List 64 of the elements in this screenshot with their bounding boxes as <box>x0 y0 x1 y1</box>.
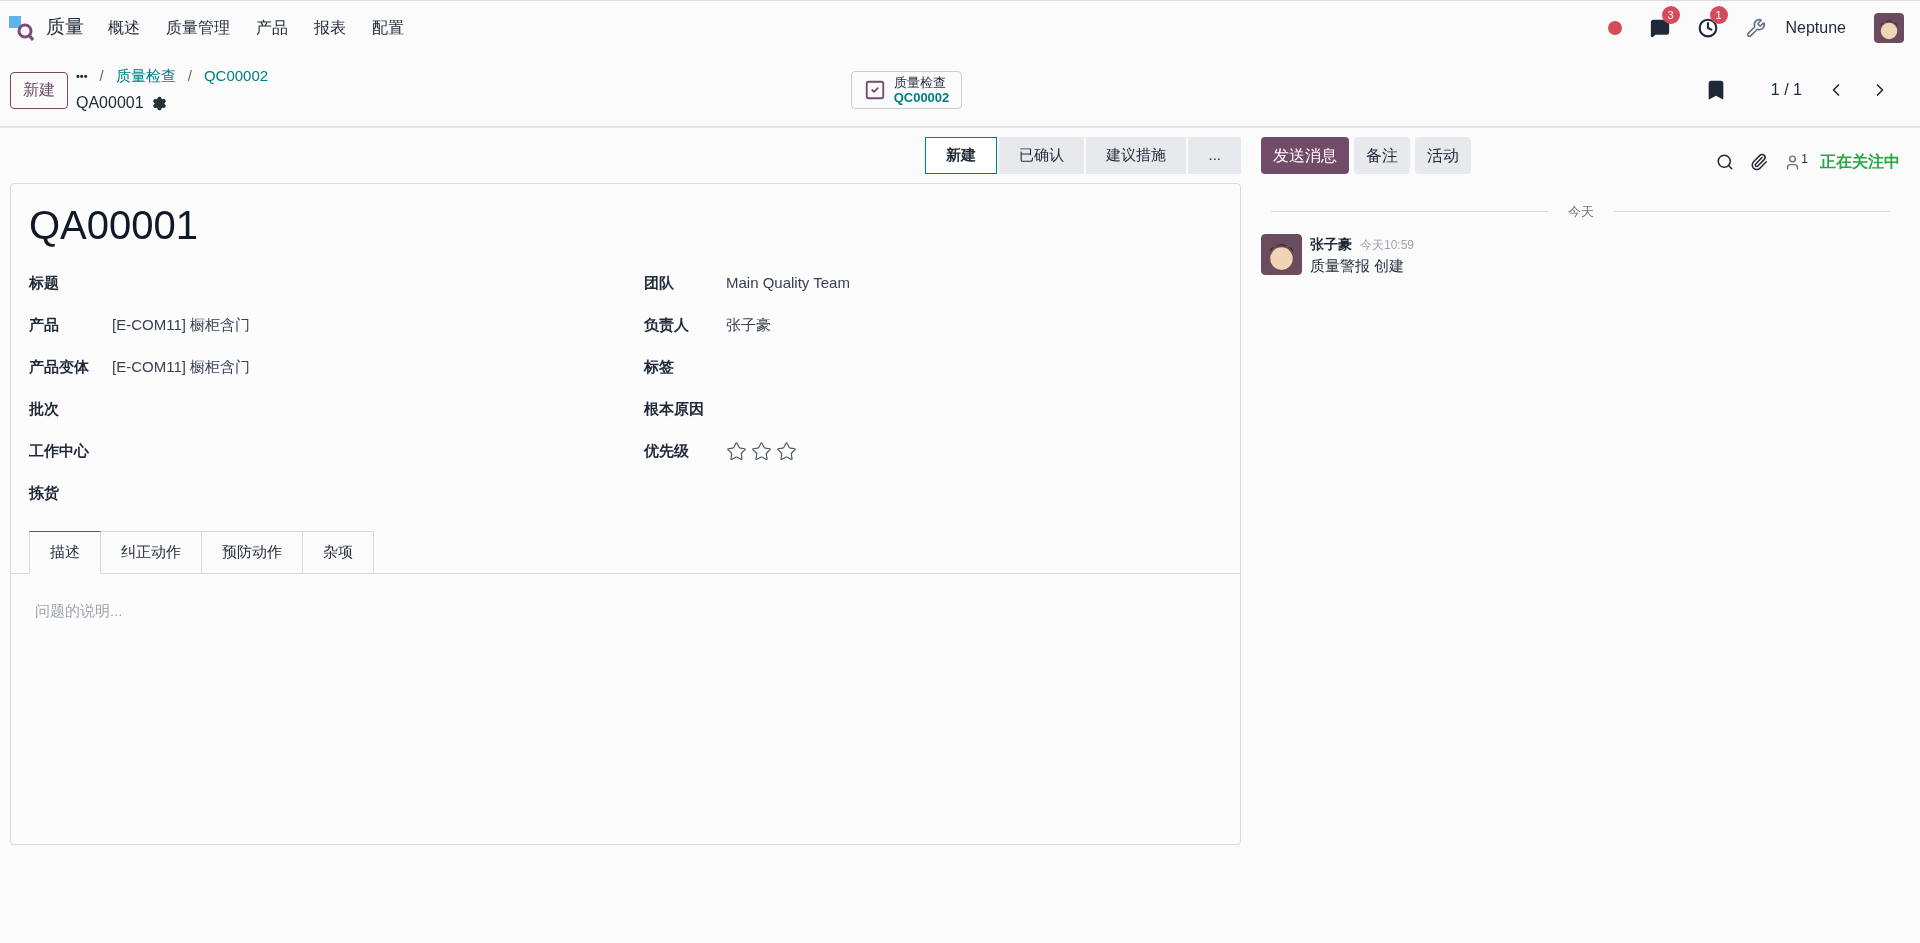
message-body: 质量警报 创建 <box>1310 255 1406 276</box>
breadcrumb-link[interactable]: QC00002 <box>203 64 269 88</box>
search-icon[interactable] <box>1716 153 1735 171</box>
avatar-icon <box>1261 233 1302 275</box>
form-tab[interactable]: 纠正动作 <box>101 531 202 574</box>
menu-item[interactable]: 报表 <box>314 15 346 40</box>
message-count-badge: 3 <box>1661 5 1680 24</box>
message-author: 张子豪 <box>1310 234 1352 254</box>
status-step[interactable]: 建议措施 <box>1086 137 1187 174</box>
priority-star-icon[interactable] <box>751 440 772 462</box>
field-label: 负责人 <box>644 314 690 335</box>
chatter-button[interactable]: 发送消息 <box>1261 137 1349 174</box>
status-step[interactable]: ... <box>1188 137 1241 174</box>
status-step[interactable]: 已确认 <box>999 137 1085 174</box>
field-label: 工作中心 <box>29 440 90 461</box>
checkbox-icon <box>863 79 886 101</box>
field-value[interactable]: [E-COM11] 橱柜含门 <box>112 355 251 379</box>
menu-item[interactable]: 质量管理 <box>166 15 230 40</box>
form-tab[interactable]: 预防动作 <box>202 531 303 574</box>
message-time: 今天10:59 <box>1360 236 1415 254</box>
breadcrumb-more[interactable]: ••• <box>76 67 88 85</box>
field-label: 标签 <box>644 356 675 377</box>
field-value[interactable]: 张子豪 <box>726 313 771 337</box>
pager-value[interactable]: 1 / 1 <box>1770 78 1802 102</box>
record-title: QA00001 <box>29 202 200 249</box>
followers-count[interactable]: 1 <box>1801 149 1808 168</box>
paperclip-icon[interactable] <box>1750 153 1769 171</box>
menu-item[interactable]: 产品 <box>256 15 288 40</box>
field-label: 批次 <box>29 398 60 419</box>
description-field[interactable]: 问题的说明... <box>35 600 1216 623</box>
record-name: QA00001 <box>76 93 144 114</box>
field-label: 标题 <box>29 272 60 293</box>
user-name[interactable]: Neptune <box>1785 15 1846 40</box>
breadcrumb-separator: / <box>99 65 104 86</box>
priority-star-icon[interactable] <box>776 440 797 462</box>
priority-star-icon[interactable] <box>726 440 747 462</box>
activity-count-badge: 1 <box>1709 5 1728 24</box>
form-tab[interactable]: 描述 <box>29 531 101 574</box>
tools-icon[interactable] <box>1745 17 1766 38</box>
app-name[interactable]: 质量 <box>46 13 84 42</box>
breadcrumb-link[interactable]: 质量检查 <box>115 64 176 88</box>
field-label: 团队 <box>644 272 675 293</box>
field-label: 产品 <box>29 314 60 335</box>
settings-icon[interactable] <box>151 95 167 111</box>
smart-button[interactable]: 质量检查 QC00002 <box>850 71 963 109</box>
field-label: 产品变体 <box>29 356 90 377</box>
field-label: 优先级 <box>644 440 690 461</box>
new-button[interactable]: 新建 <box>10 71 68 109</box>
field-label: 根本原因 <box>644 398 705 419</box>
chatter-button[interactable]: 活动 <box>1415 137 1471 174</box>
menu-item[interactable]: 概述 <box>108 15 140 40</box>
activity-clock-icon[interactable] <box>1697 17 1718 38</box>
field-value[interactable]: [E-COM11] 橱柜含门 <box>112 313 251 337</box>
form-tab[interactable]: 杂项 <box>303 531 374 574</box>
breadcrumb-separator: / <box>187 65 192 86</box>
date-separator: 今天 <box>1567 203 1594 221</box>
field-label: 拣货 <box>29 482 60 503</box>
menu-item[interactable]: 配置 <box>372 15 404 40</box>
chatter-button[interactable]: 备注 <box>1354 137 1410 174</box>
status-step[interactable]: 新建 <box>925 137 998 174</box>
messages-icon[interactable] <box>1649 17 1670 38</box>
field-value[interactable]: Main Quality Team <box>726 271 850 295</box>
avatar-icon <box>1874 12 1904 43</box>
app-logo-icon <box>8 14 34 41</box>
